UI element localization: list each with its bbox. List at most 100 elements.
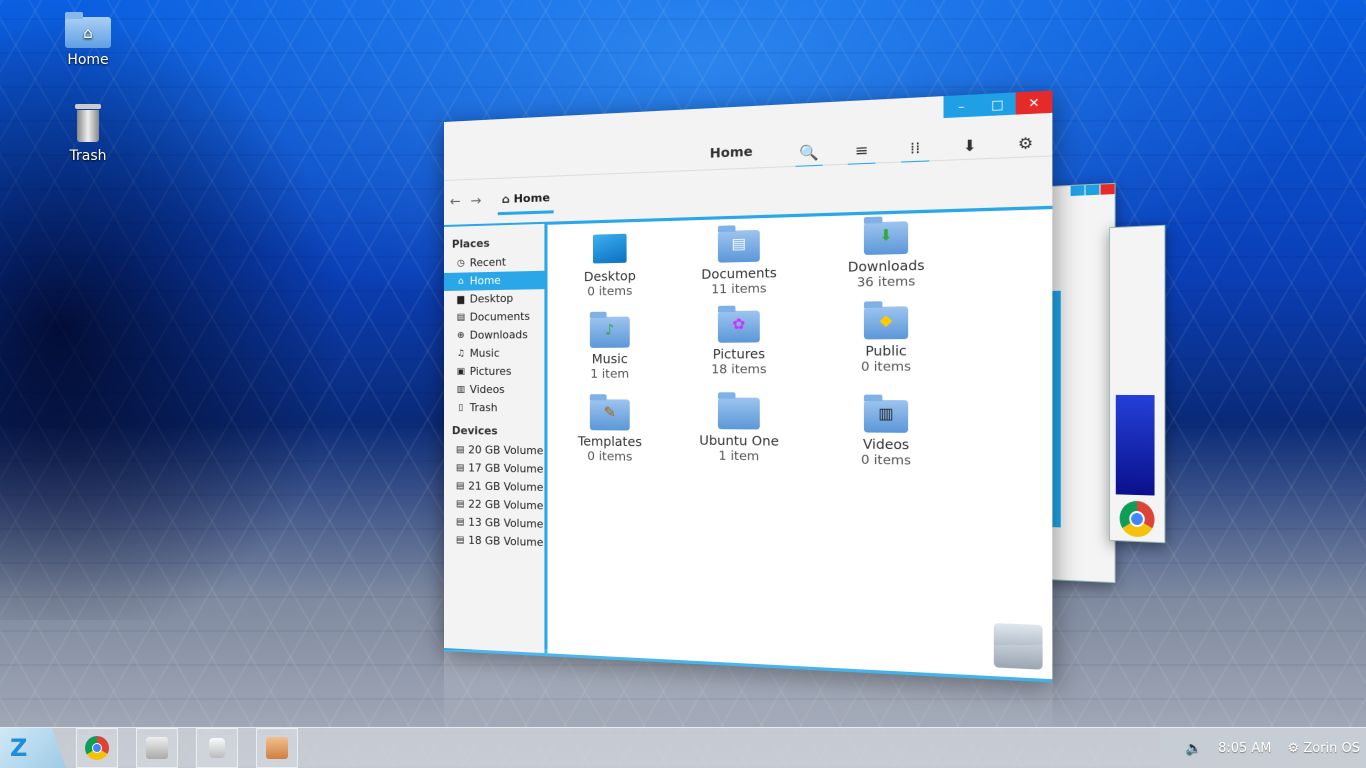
sidebar-heading-devices: Devices bbox=[451, 425, 498, 438]
taskbar-file-manager[interactable] bbox=[136, 728, 178, 768]
chrome-icon bbox=[85, 736, 109, 760]
music-note-icon: ♫ bbox=[456, 348, 465, 359]
desktop-icon-trash-label: Trash bbox=[69, 148, 107, 164]
sidebar-label: Downloads bbox=[469, 329, 528, 342]
sidebar-item-recent[interactable]: ◷ Recent bbox=[444, 252, 544, 273]
back-arrow-icon[interactable]: ← bbox=[450, 194, 471, 210]
picture-icon: ▣ bbox=[456, 366, 466, 377]
sidebar-label: 21 GB Volume bbox=[468, 480, 544, 495]
sidebar-item-volume[interactable]: ▤ 17 GB Volume bbox=[444, 459, 544, 479]
wallpaper-shadow bbox=[0, 0, 420, 620]
download-icon[interactable]: ⬇ bbox=[955, 134, 984, 163]
clock-icon: ◷ bbox=[456, 258, 465, 269]
close-button[interactable]: ✕ bbox=[1015, 90, 1053, 115]
drive-icon: ▤ bbox=[455, 445, 465, 456]
sidebar-item-trash[interactable]: ▯ Trash bbox=[444, 399, 544, 418]
file-cabinet-icon bbox=[146, 737, 168, 759]
document-app-icon bbox=[266, 737, 288, 759]
desktop-icon-trash[interactable]: Trash bbox=[43, 104, 133, 164]
file-count: 18 items bbox=[711, 361, 767, 377]
sidebar-heading-places: Places bbox=[451, 237, 490, 251]
sidebar-item-documents[interactable]: ▤ Documents bbox=[444, 307, 544, 327]
taskbar-app[interactable] bbox=[256, 728, 298, 768]
home-icon: ⌂ bbox=[457, 276, 464, 287]
file-count: 1 item bbox=[590, 366, 630, 381]
zorin-menu-button[interactable]: Z bbox=[0, 728, 66, 768]
os-label: Zorin OS bbox=[1303, 740, 1360, 756]
grid-view-icon[interactable]: ⁞⁞ bbox=[901, 136, 930, 165]
file-name: Videos bbox=[862, 436, 910, 453]
clock[interactable]: 8:05 AM bbox=[1218, 741, 1271, 756]
desktop: ⌂ Home Trash Home – □ ✕ 🔍 ≡ ⁞⁞ ⬇ ⚙ ←→ ⌂ … bbox=[0, 0, 1366, 768]
drive-icon: ▤ bbox=[455, 481, 465, 492]
taskbar-software-center[interactable] bbox=[196, 728, 238, 768]
os-menu[interactable]: ⚙ Zorin OS bbox=[1288, 741, 1360, 756]
document-icon: ▤ bbox=[456, 312, 466, 323]
file-grid: Desktop 0 items ▤ Documents 11 items ⬇ D… bbox=[547, 208, 1052, 679]
file-item-pictures[interactable]: ✿ Pictures 18 items bbox=[673, 310, 805, 377]
sidebar-item-volume[interactable]: ▤ 20 GB Volume bbox=[444, 441, 544, 460]
file-count: 0 items bbox=[861, 358, 912, 375]
sidebar-label: Desktop bbox=[469, 292, 514, 306]
folder-icon: ▆ bbox=[457, 294, 465, 305]
sidebar-item-volume[interactable]: ▤ 18 GB Volume bbox=[444, 531, 544, 552]
maximize-button[interactable]: □ bbox=[979, 92, 1016, 117]
zorin-logo-icon: Z bbox=[10, 734, 28, 762]
sidebar-item-music[interactable]: ♫ Music bbox=[444, 344, 544, 363]
search-icon[interactable]: 🔍 bbox=[795, 141, 823, 169]
file-count: 0 items bbox=[587, 448, 633, 464]
volume-icon[interactable]: 🔈 bbox=[1186, 741, 1202, 756]
documents-folder-icon: ▤ bbox=[717, 229, 760, 263]
pictures-folder-icon: ✿ bbox=[717, 310, 760, 343]
file-manager-window[interactable]: Home – □ ✕ 🔍 ≡ ⁞⁞ ⬇ ⚙ ←→ ⌂ Home Places ◷… bbox=[444, 90, 1053, 683]
file-item-templates[interactable]: ✎ Templates 0 items bbox=[547, 399, 673, 464]
taskbar-chrome[interactable] bbox=[76, 728, 118, 768]
sidebar-label: Documents bbox=[469, 310, 530, 324]
forward-arrow-icon[interactable]: → bbox=[471, 193, 492, 209]
sidebar-label: 18 GB Volume bbox=[468, 534, 544, 550]
gear-icon[interactable]: ⚙ bbox=[1011, 131, 1040, 160]
sidebar-label: Home bbox=[469, 274, 501, 288]
file-name: Ubuntu One bbox=[699, 433, 779, 449]
download-icon: ⊕ bbox=[457, 330, 465, 341]
drive-icon: ▤ bbox=[455, 517, 465, 528]
sidebar-item-desktop[interactable]: ▆ Desktop bbox=[444, 289, 544, 309]
public-folder-icon: ◆ bbox=[863, 306, 909, 340]
trash-icon: ▯ bbox=[458, 403, 464, 414]
sidebar-item-downloads[interactable]: ⊕ Downloads bbox=[444, 326, 544, 345]
file-count: 0 items bbox=[861, 451, 912, 468]
file-item-public[interactable]: ◆ Public 0 items bbox=[817, 306, 957, 375]
list-view-icon[interactable]: ≡ bbox=[847, 138, 876, 167]
minimize-button[interactable]: – bbox=[943, 94, 980, 119]
sidebar-item-volume[interactable]: ▤ 21 GB Volume bbox=[444, 477, 544, 497]
videos-folder-icon: ▥ bbox=[863, 400, 909, 433]
sidebar-label: Music bbox=[469, 347, 500, 360]
drive-icon: ▤ bbox=[455, 535, 465, 546]
sidebar-item-home[interactable]: ⌂ Home bbox=[444, 270, 545, 291]
downloads-folder-icon: ⬇ bbox=[863, 221, 909, 256]
file-name: Music bbox=[591, 351, 628, 367]
file-item-documents[interactable]: ▤ Documents 11 items bbox=[673, 229, 805, 298]
file-item-videos[interactable]: ▥ Videos 0 items bbox=[817, 400, 957, 469]
sidebar-item-videos[interactable]: ▥ Videos bbox=[444, 381, 544, 399]
software-icon bbox=[209, 738, 225, 758]
file-item-downloads[interactable]: ⬇ Downloads 36 items bbox=[817, 220, 957, 291]
home-folder-icon: ⌂ bbox=[65, 12, 111, 48]
file-count: 36 items bbox=[856, 273, 916, 290]
sidebar-label: 22 GB Volume bbox=[468, 498, 544, 513]
file-item-desktop[interactable]: Desktop 0 items bbox=[547, 232, 673, 299]
breadcrumb-home[interactable]: ⌂ Home bbox=[497, 184, 555, 216]
trash-icon bbox=[73, 104, 103, 144]
file-item-music[interactable]: ♪ Music 1 item bbox=[547, 316, 673, 381]
file-count: 1 item bbox=[718, 448, 760, 464]
home-icon: ⌂ bbox=[501, 192, 510, 206]
sidebar-label: Videos bbox=[469, 383, 505, 397]
chrome-icon bbox=[1119, 500, 1155, 538]
sidebar-label: Pictures bbox=[469, 365, 512, 378]
file-item-ubuntu-one[interactable]: Ubuntu One 1 item bbox=[673, 397, 805, 464]
sidebar: Places ◷ Recent ⌂ Home ▆ Desktop ▤ Documents… bbox=[444, 223, 548, 654]
sidebar-item-pictures[interactable]: ▣ Pictures bbox=[444, 363, 544, 381]
background-window-2[interactable] bbox=[1109, 224, 1166, 544]
desktop-icon-home[interactable]: ⌂ Home bbox=[43, 12, 133, 68]
music-folder-icon: ♪ bbox=[589, 316, 630, 348]
